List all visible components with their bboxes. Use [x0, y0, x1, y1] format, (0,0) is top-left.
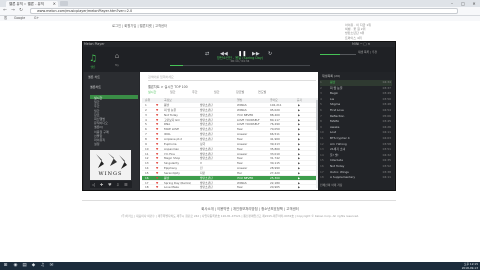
- start-icon[interactable]: ⊞: [2, 263, 9, 269]
- player-title: Melon Player: [84, 42, 105, 46]
- taskbar: [0, 262, 480, 270]
- table-row[interactable]: 18 Love Maze 방탄소년단 Tear 20,905 ♥ ▶: [142, 185, 316, 191]
- title-cell[interactable]: Love Maze: [164, 185, 198, 190]
- album-art-figure: [90, 150, 131, 172]
- minimize-button[interactable]: –: [447, 0, 457, 7]
- explorer-icon[interactable]: ▤: [21, 263, 28, 269]
- my-music-icon[interactable]: ⌂: [112, 52, 122, 62]
- footer-divider: [82, 200, 396, 201]
- toolbar: ← → ↻ www.melon.com/musicplayer/melonPla…: [0, 7, 480, 16]
- volume-fill: [320, 54, 340, 55]
- side-item[interactable]: 트와이스 4위: [345, 36, 425, 40]
- logo-label: 멜론: [90, 66, 96, 69]
- reload-icon[interactable]: ↻: [18, 8, 24, 14]
- rank-cell: 18: [145, 185, 149, 190]
- tab-item[interactable]: 장르별: [236, 90, 244, 94]
- top-links[interactable]: 로그인 | 회원가입 | 멜론티켓 | 고객센터: [112, 23, 322, 29]
- add-icon[interactable]: ✚: [100, 182, 103, 187]
- playlist-duration: 04:11: [382, 175, 391, 180]
- search-input[interactable]: 검색어를 입력하세요: [148, 74, 316, 81]
- back-small-icon[interactable]: ◁: [92, 182, 95, 187]
- new-tab-button[interactable]: [60, 1, 68, 6]
- right-pane-tabs[interactable]: 재생 목록 | 추천: [358, 50, 388, 54]
- tab-item[interactable]: 일간: [170, 90, 176, 94]
- app-icon[interactable]: ◆: [30, 263, 37, 269]
- nav-group-chart[interactable]: 멜론차트: [90, 85, 101, 89]
- clock[interactable]: 오후 12:15 2018-09-13: [462, 262, 478, 270]
- like-icon[interactable]: ♥: [156, 185, 159, 190]
- likes-cell: 20,905: [270, 185, 280, 190]
- playlist-header: 재생목록 (20): [322, 74, 341, 78]
- breadcrumb: 멜론차트 > 실시간 TOP 100: [148, 85, 188, 89]
- pause-icon[interactable]: ❚❚: [238, 51, 246, 57]
- back-icon[interactable]: ←: [2, 8, 8, 14]
- chart-tabs: 실시간 일간 주간 월간 장르별 연도별: [148, 90, 316, 95]
- tab-item[interactable]: 연도별: [258, 90, 266, 94]
- side-ranking: 아이유 · 이 지금 1위 빅뱅 · 꽃 길 2위 방탄소년단 3위 트와이스 …: [345, 23, 425, 40]
- next-icon[interactable]: ▶▶: [252, 51, 260, 57]
- now-playing-time: 00:14 / 04:34: [230, 59, 250, 63]
- play-icon[interactable]: ▶: [298, 185, 300, 190]
- tab-strip: [0, 0, 480, 7]
- footer-info: (주)카카오 | 대표이사 여민수 | 제주특별자치도 제주시 첨단로 242 …: [120, 214, 360, 218]
- clock-date: 2018-09-13: [461, 266, 478, 270]
- forward-icon[interactable]: →: [10, 8, 16, 14]
- tab-item[interactable]: 실시간: [148, 90, 156, 94]
- artist-cell[interactable]: 방탄소년단: [200, 185, 234, 190]
- footer-links[interactable]: 회사소개 | 이용약관 | 개인정보처리방침 | 청소년보호정책 | 고객센터: [120, 206, 380, 211]
- playlist-actions[interactable]: 전체선택 삭제 저장: [320, 182, 392, 189]
- player-window-controls[interactable]: MINI ─ □ ✕: [352, 42, 370, 46]
- chrome-icon[interactable]: ◉: [12, 263, 19, 269]
- playlist-number: 18: [320, 175, 324, 180]
- heart-icon[interactable]: ♥: [108, 182, 112, 187]
- close-window-button[interactable]: ✕: [469, 0, 479, 7]
- download-icon[interactable]: ⇩: [116, 182, 119, 187]
- previous-icon[interactable]: ◀◀: [220, 51, 228, 57]
- tab-item[interactable]: 주간: [192, 90, 198, 94]
- album-title: WINGS: [98, 171, 123, 177]
- progress-bar[interactable]: [170, 65, 310, 66]
- repeat-icon[interactable]: ↻: [268, 51, 272, 57]
- shuffle-icon[interactable]: ⇄: [205, 51, 209, 57]
- tab-item[interactable]: 월간: [214, 90, 220, 94]
- sidebar-item[interactable]: 설정: [94, 142, 100, 146]
- nav-title: 멜론 차트: [88, 75, 100, 79]
- tab-title: 멜론 뮤직 :: 멜론 - 뮤직: [9, 2, 44, 6]
- mail-icon[interactable]: ✉: [48, 263, 55, 269]
- menu-icon[interactable]: ☰: [124, 182, 128, 187]
- melon-icon[interactable]: ♫: [39, 263, 46, 269]
- melon-logo-icon[interactable]: ♫: [86, 52, 100, 66]
- playlist-item[interactable]: 18 A Supplementary 04:11: [320, 175, 392, 181]
- playlist-title: A Supplementary: [330, 175, 356, 180]
- album-cell[interactable]: Tear: [237, 185, 267, 190]
- maximize-button[interactable]: □: [458, 0, 468, 7]
- progress-fill: [170, 65, 183, 66]
- address-bar[interactable]: www.melon.com/musicplayer/melonPlayer.ht…: [30, 8, 458, 14]
- my-music-label: My: [115, 64, 119, 67]
